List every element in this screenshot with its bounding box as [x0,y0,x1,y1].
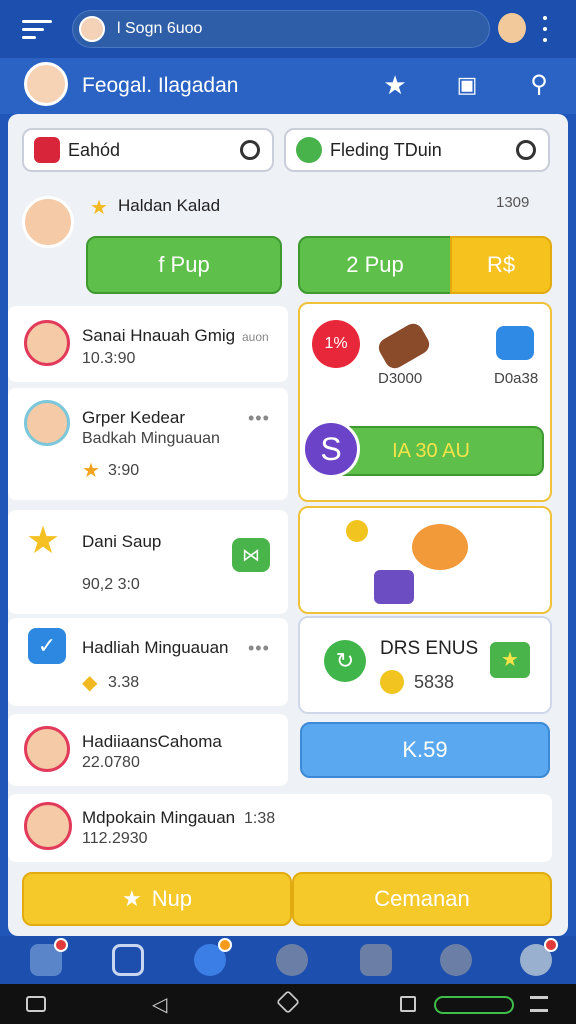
avatar [24,802,72,850]
nup-label: Nup [151,886,193,911]
pup-button-left[interactable]: f Pup [86,236,282,294]
bonus-title: DRS ENUS [380,638,479,659]
gem-icon [496,326,534,360]
emoji-icon[interactable] [194,938,232,976]
pup-button-right[interactable]: 2 Pup [298,236,452,294]
star-icon: ★ [121,886,142,911]
reward-item-1: D3000 [378,370,423,387]
more-options-icon[interactable] [540,16,550,42]
discount-icon: 1% [312,320,360,368]
list-item-title: Grper Kedear [82,408,185,427]
action-button[interactable]: ⋈ [232,538,270,572]
list-item-extra: auon [242,330,269,344]
search-text: l Sogn 6uoo [117,20,203,37]
gem-icon: ◆ [82,672,98,694]
status-pill [434,996,514,1014]
shield-icon [296,137,322,163]
chat-icon[interactable] [112,944,144,976]
check-icon: ✓ [28,628,66,664]
search-bar[interactable]: l Sogn 6uoo [72,10,490,48]
reward-item-2: D0a38 [494,370,539,387]
notification-badge [218,938,232,952]
chip-label: Fleding TDuin [330,139,442,160]
list-item-title: Mdpokain Mingauan [82,808,236,827]
home-icon[interactable] [30,938,68,976]
avatar [79,16,105,42]
menu-icon[interactable] [530,996,548,1012]
recent-apps-icon[interactable] [26,996,46,1012]
notification-badge [544,938,558,952]
star-icon: ★ [82,460,100,482]
user-avatar[interactable] [24,62,68,106]
k-button[interactable]: K.59 [300,722,550,778]
featured-name: Haldan Kalad [118,196,221,215]
chip-label: Eahód [68,139,121,160]
avatar [24,320,70,366]
list-item-subtitle: Badkah Minguauan [82,430,220,447]
list-item-value: 3:90 [108,462,140,479]
star-icon[interactable]: ★ [490,642,530,678]
profile-icon[interactable] [498,13,526,43]
mascot-icon [412,524,468,570]
search-icon[interactable] [276,944,308,976]
back-icon[interactable]: ◁ [152,992,167,1017]
share-icon[interactable]: ⚲ [524,70,554,100]
list-item-extra: 1:38 [244,810,276,827]
list-item-title: Sanai Hnauah Gmig [82,326,236,345]
puzzle-icon[interactable] [360,944,392,976]
featured-right-text: 1309 [496,194,530,211]
settings-icon[interactable] [440,944,472,976]
list-item-value: 3.38 [108,674,140,691]
list-item-value: 90,2 3:0 [82,576,140,593]
coin-s-icon: S [302,420,360,478]
list-item-value: 112.2930 [82,830,148,847]
reward-bar-text: IA 30 AU [392,439,470,462]
document-icon[interactable]: ▣ [452,70,482,100]
bonus-amount: 5838 [414,672,455,692]
refresh-icon[interactable]: ↻ [324,640,366,682]
chip-eahod[interactable]: Eahód [22,128,274,172]
gift-box-icon [374,570,414,604]
star-icon: ★ [90,197,108,219]
star-icon[interactable]: ★ [380,70,410,100]
star-icon: ★ [26,520,61,562]
cemanan-button[interactable]: Cemanan [292,872,552,926]
notification-badge [54,938,68,952]
profile-icon[interactable] [520,938,558,976]
nup-button[interactable]: ★ Nup [22,872,292,926]
list-item-title: Dani Saup [82,532,162,551]
avatar [24,726,70,772]
list-item-value: 10.3:90 [82,350,136,367]
radio-icon [240,140,260,160]
more-icon[interactable]: ••• [248,408,270,429]
avatar [22,196,74,248]
gift-icon [34,137,60,163]
overview-icon[interactable] [400,996,416,1012]
list-item-title: Hadliah Minguauan [82,638,229,657]
list-item[interactable] [8,794,552,862]
coin-icon [346,520,368,542]
robux-badge[interactable]: R$ [450,236,552,294]
menu-icon[interactable] [22,14,52,44]
chip-fleding[interactable]: Fleding TDuin [284,128,550,172]
avatar [24,400,70,446]
page-title: Feogal. Ilagadan [82,74,239,97]
list-item-value: 22.0780 [82,754,140,771]
list-item-title: HadiiaansCahoma [82,732,222,751]
coin-icon [380,670,404,694]
more-icon[interactable]: ••• [248,638,270,659]
radio-icon [516,140,536,160]
